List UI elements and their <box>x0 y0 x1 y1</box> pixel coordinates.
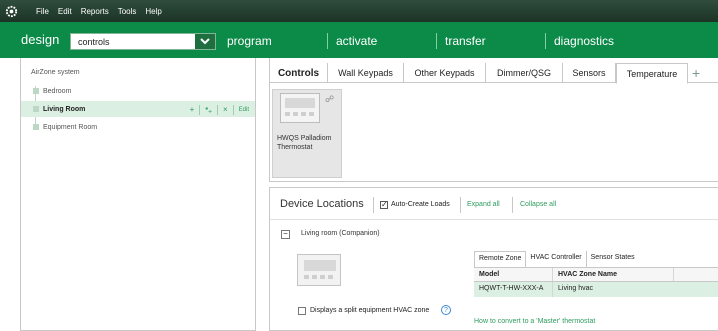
auto-create-label: Auto-Create Loads <box>391 201 450 208</box>
controls-tabbar: Controls Wall Keypads Other Keypads Dimm… <box>270 63 718 84</box>
split-equipment-checkbox[interactable] <box>298 307 306 315</box>
auto-create-checkbox[interactable]: ✓ <box>380 201 388 209</box>
action-divider <box>199 104 201 115</box>
column-header-zone-name[interactable]: HVAC Zone Name <box>553 268 674 281</box>
nav-design[interactable]: design <box>21 32 59 47</box>
tree-item-living-room[interactable]: Living Room + ▪+ × Edit <box>21 101 255 117</box>
app-logo-icon <box>0 0 22 22</box>
device-label: HWQS Palladiom Thermostat <box>277 135 332 151</box>
header-divider <box>512 197 513 213</box>
help-icon[interactable]: ? <box>441 305 451 315</box>
thermostat-image-icon <box>297 254 341 286</box>
tab-wall-keypads[interactable]: Wall Keypads <box>327 63 404 83</box>
row-actions: + ▪+ × Edit <box>190 104 249 116</box>
area-tree-panel: AirZone system Bedroom Living Room + ▪+ … <box>20 58 256 331</box>
add-tab-icon[interactable]: + <box>692 65 700 81</box>
collapse-toggle[interactable]: − <box>281 230 290 239</box>
location-label: Living room (Companion) <box>301 230 380 237</box>
nav-divider <box>545 33 546 49</box>
nav-divider <box>327 33 328 49</box>
subtab-hvac-controller[interactable]: HVAC Controller <box>526 251 587 267</box>
device-locations-panel: Device Locations ✓ Auto-Create Loads Exp… <box>269 187 718 331</box>
top-nav: design controls program activate transfe… <box>0 22 718 58</box>
tab-other-keypads[interactable]: Other Keypads <box>404 63 486 83</box>
tree-node-icon <box>33 88 39 94</box>
add-child-button[interactable]: ▪+ <box>205 104 212 116</box>
menu-reports[interactable]: Reports <box>81 7 109 16</box>
menu-help[interactable]: Help <box>145 7 161 16</box>
column-header-model[interactable]: Model <box>474 268 553 281</box>
split-equipment-label: Displays a split equipment HVAC zone <box>310 307 430 314</box>
controls-panel: Controls Wall Keypads Other Keypads Dimm… <box>269 58 718 182</box>
tree-item-label: Living Room <box>43 105 86 113</box>
header-divider <box>373 197 374 213</box>
menu-file[interactable]: File <box>36 7 49 16</box>
device-locations-title: Device Locations <box>280 198 364 210</box>
nav-tab-transfer[interactable]: transfer <box>445 34 486 48</box>
menu-edit[interactable]: Edit <box>58 7 72 16</box>
header-divider <box>460 197 461 213</box>
chevron-down-icon[interactable] <box>195 34 215 49</box>
cell-model: HQWT-T-HW-XXX-A <box>474 282 553 297</box>
tree-item-label: Equipment Room <box>43 123 98 131</box>
nav-tab-program[interactable]: program <box>227 34 272 48</box>
subtab-remote-zone[interactable]: Remote Zone <box>474 251 527 267</box>
tree-root[interactable]: AirZone system <box>31 69 80 76</box>
tab-temperature[interactable]: Temperature <box>616 63 688 84</box>
delete-button[interactable]: × <box>223 105 228 114</box>
table-row[interactable]: HQWT-T-HW-XXX-A Living hvac <box>474 282 718 297</box>
subtab-sensor-states[interactable]: Sensor States <box>587 251 639 267</box>
zone-grid: Model HVAC Zone Name HQWT-T-HW-XXX-A Liv… <box>474 267 718 297</box>
controls-title: Controls <box>277 67 320 79</box>
menu-tools[interactable]: Tools <box>118 7 137 16</box>
add-child-plus: + <box>208 108 212 116</box>
nav-tab-diagnostics[interactable]: diagnostics <box>554 34 614 48</box>
action-divider <box>232 104 234 115</box>
add-sibling-button[interactable]: + <box>190 105 195 114</box>
convert-master-link[interactable]: How to convert to a 'Master' thermostat <box>474 318 595 325</box>
tab-dimmer-qsg[interactable]: Dimmer/QSG <box>486 63 563 83</box>
action-divider <box>216 104 218 115</box>
nav-tab-activate[interactable]: activate <box>336 34 377 48</box>
tree-item-equipment-room[interactable]: Equipment Room <box>21 119 255 135</box>
zone-subtabs: Remote Zone HVAC Controller Sensor State… <box>474 251 639 267</box>
mode-select-value: controls <box>78 36 110 47</box>
thermostat-icon <box>280 93 320 123</box>
nav-divider <box>436 33 437 49</box>
device-locations-header: Device Locations ✓ Auto-Create Loads Exp… <box>270 188 718 220</box>
cell-zone-name: Living hvac <box>558 285 594 292</box>
grid-header: Model HVAC Zone Name <box>474 267 718 282</box>
edit-button[interactable]: Edit <box>239 107 249 113</box>
tree-node-icon <box>33 106 39 112</box>
person-icon: ☍ <box>325 94 335 104</box>
tab-sensors[interactable]: Sensors <box>563 63 616 83</box>
device-card-thermostat[interactable]: ☍ HWQS Palladiom Thermostat <box>272 89 342 178</box>
tree-node-icon <box>33 124 39 130</box>
tree-item-bedroom[interactable]: Bedroom <box>21 83 255 99</box>
expand-all-link[interactable]: Expand all <box>467 201 500 208</box>
tree-item-label: Bedroom <box>43 87 72 95</box>
collapse-all-link[interactable]: Collapse all <box>520 201 556 208</box>
mode-select[interactable]: controls <box>70 33 216 50</box>
menu-bar: File Edit Reports Tools Help <box>0 0 718 22</box>
